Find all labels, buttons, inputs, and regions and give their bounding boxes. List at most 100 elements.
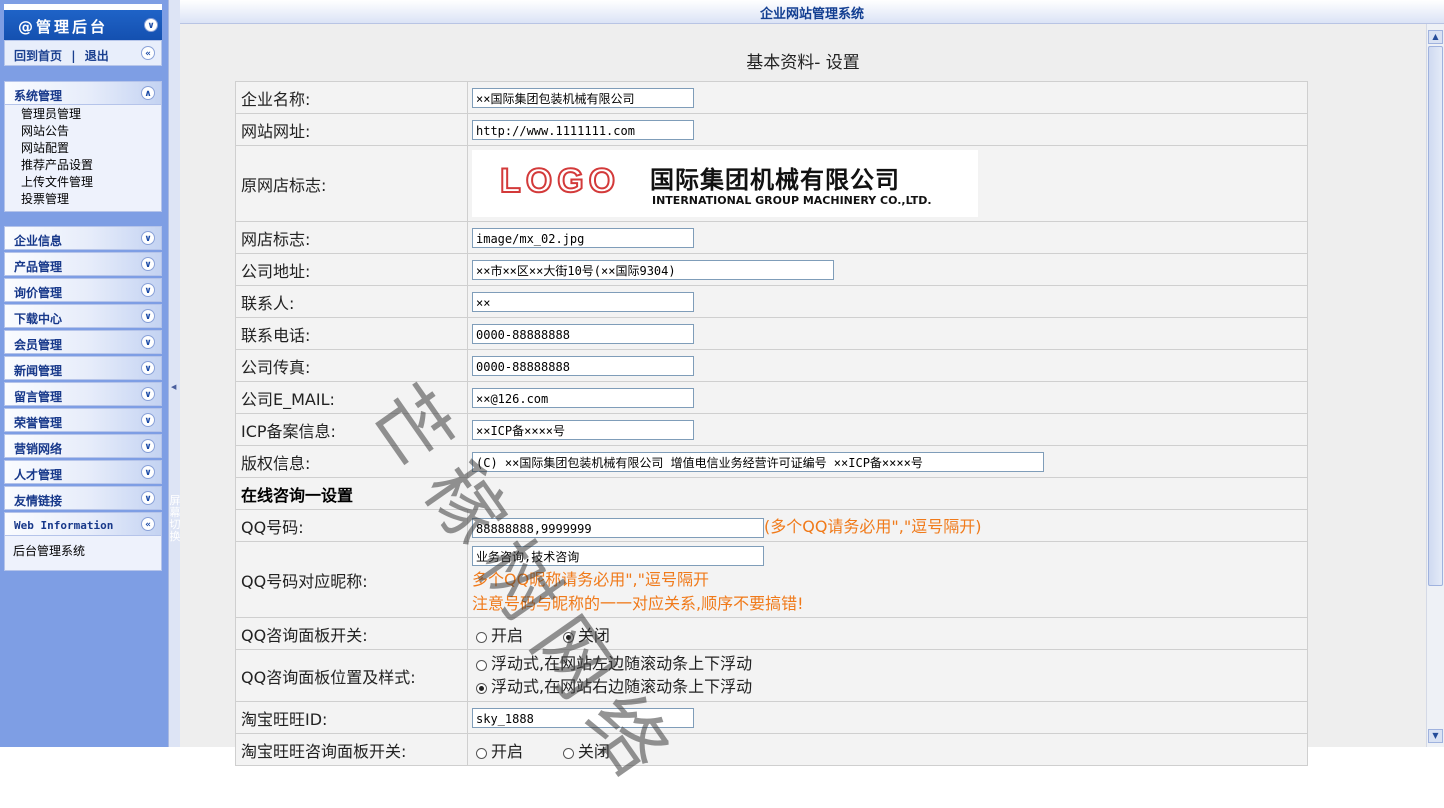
copyright-input[interactable]: (C) ××国际集团包装机械有限公司 增值电信业务经营许可证编号 ××ICP备×… <box>472 451 1044 472</box>
sidebar-group-web-info[interactable]: Web Information « <box>4 512 162 536</box>
screen-switch-bar[interactable]: ◀ 屏幕切换 <box>168 0 181 747</box>
scroll-thumb[interactable] <box>1428 46 1443 586</box>
sidebar-item-recommend[interactable]: 推荐产品设置 <box>5 157 161 174</box>
vertical-scrollbar[interactable]: ▲ ▼ <box>1426 24 1444 747</box>
sidebar-group-messages[interactable]: 留言管理 ∨ <box>4 382 162 406</box>
sidebar-group-system[interactable]: 系统管理 ∧ <box>4 81 162 105</box>
sidebar-group-news[interactable]: 新闻管理 ∨ <box>4 356 162 380</box>
home-link[interactable]: 回到首页 <box>14 49 62 63</box>
sidebar-group-label: 营销网络 <box>14 442 63 456</box>
triangle-left-icon[interactable]: ◀ <box>171 383 176 391</box>
field-label: 原网店标志: <box>235 145 468 222</box>
qq-nick-hint-1: 多个QQ昵称请务必用","逗号隔开 <box>472 569 709 589</box>
chevrons-down-icon[interactable]: ∨ <box>141 439 155 453</box>
chevrons-down-icon[interactable]: ∨ <box>141 413 155 427</box>
field-label: 企业名称: <box>235 81 468 114</box>
company-name-input[interactable]: ××国际集团包装机械有限公司 <box>472 87 694 108</box>
field-label: 淘宝旺旺ID: <box>235 701 468 734</box>
field-label: 版权信息: <box>235 445 468 478</box>
sidebar-group-label: 会员管理 <box>14 338 63 352</box>
form-row-email: 公司E_MAIL: ××@126.com <box>235 381 1308 414</box>
sidebar-item-vote[interactable]: 投票管理 <box>5 191 161 208</box>
qq-switch-off-radio[interactable] <box>562 631 574 643</box>
wangwang-switch-off-radio[interactable] <box>562 747 574 759</box>
qq-input[interactable]: 88888888,9999999 <box>472 518 764 539</box>
phone-input[interactable]: 0000-88888888 <box>472 323 694 344</box>
admin-header: @管理后台 ∨ <box>4 4 162 40</box>
email-input[interactable]: ××@126.com <box>472 387 694 408</box>
web-info-body: 后台管理系统 <box>4 536 162 571</box>
scroll-up-icon[interactable]: ▲ <box>1428 30 1443 44</box>
qq-nick-input[interactable]: 业务咨询,技术咨询 <box>472 545 764 566</box>
qq-switch-off-label: 关闭 <box>577 625 610 645</box>
chevrons-down-icon[interactable]: ∨ <box>141 465 155 479</box>
collapse-icon[interactable]: ∨ <box>144 18 158 32</box>
chevrons-down-icon[interactable]: ∨ <box>141 387 155 401</box>
chevrons-up-icon[interactable]: ∧ <box>141 86 155 100</box>
qq-position-left-radio[interactable] <box>476 659 487 671</box>
sidebar-group-honors[interactable]: 荣誉管理 ∨ <box>4 408 162 432</box>
sidebar-group-members[interactable]: 会员管理 ∨ <box>4 330 162 354</box>
logo-mark: LOGO <box>499 161 621 201</box>
sidebar-group-label: 下载中心 <box>14 312 63 326</box>
section-title: 在线咨询一设置 <box>235 477 1308 510</box>
qq-position-right-radio[interactable] <box>476 682 487 694</box>
sidebar-item-notice[interactable]: 网站公告 <box>5 123 161 140</box>
sidebar-group-label: 留言管理 <box>14 390 63 404</box>
sidebar-group-links[interactable]: 友情链接 ∨ <box>4 486 162 510</box>
wangwang-switch-on-radio[interactable] <box>476 747 487 759</box>
chevrons-down-icon[interactable]: ∨ <box>141 257 155 271</box>
form-row-icp: ICP备案信息: ××ICP备××××号 <box>235 413 1308 446</box>
form-row-phone: 联系电话: 0000-88888888 <box>235 317 1308 350</box>
logo-image: LOGO 国际集团机械有限公司 INTERNATIONAL GROUP MACH… <box>472 150 978 217</box>
link-separator: | <box>71 49 76 63</box>
chevrons-down-icon[interactable]: ∨ <box>141 335 155 349</box>
form-row-fax: 公司传真: 0000-88888888 <box>235 349 1308 382</box>
sidebar-group-label: 产品管理 <box>14 260 63 274</box>
logo-company-cn: 国际集团机械有限公司 <box>650 166 900 194</box>
site-url-input[interactable]: http://www.1111111.com <box>472 119 694 140</box>
admin-links: 回到首页 | 退出 « <box>4 40 162 66</box>
form-row-wangwang: 淘宝旺旺ID: sky_1888 <box>235 701 1308 734</box>
chevrons-down-icon[interactable]: ∨ <box>141 491 155 505</box>
app-title: 企业网站管理系统 <box>759 7 864 22</box>
shop-logo-input[interactable]: image/mx_02.jpg <box>472 227 694 248</box>
sidebar-group-talent[interactable]: 人才管理 ∨ <box>4 460 162 484</box>
wangwang-input[interactable]: sky_1888 <box>472 707 694 728</box>
sidebar-item-config[interactable]: 网站配置 <box>5 140 161 157</box>
logout-link[interactable]: 退出 <box>85 49 109 63</box>
form-row-wangwang-switch: 淘宝旺旺咨询面板开关: 开启 关闭 <box>235 733 1308 766</box>
chevrons-down-icon[interactable]: ∨ <box>141 283 155 297</box>
form-row-qq-position: QQ咨询面板位置及样式: 浮动式,在网站左边随滚动条上下浮动 浮动式,在网站右边… <box>235 649 1308 702</box>
field-label: 公司传真: <box>235 349 468 382</box>
sidebar-item-upload[interactable]: 上传文件管理 <box>5 174 161 191</box>
wangwang-switch-off-label: 关闭 <box>577 741 610 761</box>
qq-switch-on-radio[interactable] <box>476 631 487 643</box>
form-row-contact: 联系人: ×× <box>235 285 1308 318</box>
form-row-qq-switch: QQ咨询面板开关: 开启 关闭 <box>235 617 1308 650</box>
sidebar-group-network[interactable]: 营销网络 ∨ <box>4 434 162 458</box>
sidebar-group-download[interactable]: 下载中心 ∨ <box>4 304 162 328</box>
field-label: 公司E_MAIL: <box>235 381 468 414</box>
app-header: 企业网站管理系统 <box>180 0 1444 24</box>
icp-input[interactable]: ××ICP备××××号 <box>472 419 694 440</box>
fax-input[interactable]: 0000-88888888 <box>472 355 694 376</box>
address-input[interactable]: ××市××区××大街10号(××国际9304) <box>472 259 834 280</box>
field-label: QQ咨询面板开关: <box>235 617 468 650</box>
field-label: 网站网址: <box>235 113 468 146</box>
chevrons-down-icon[interactable]: ∨ <box>141 231 155 245</box>
scroll-down-icon[interactable]: ▼ <box>1428 729 1443 743</box>
chevrons-left-icon[interactable]: « <box>141 46 155 60</box>
form-row-orig-logo: 原网店标志: LOGO 国际集团机械有限公司 INTERNATIONAL GRO… <box>235 145 1308 222</box>
chevrons-left-icon[interactable]: « <box>141 517 155 531</box>
sidebar-group-inquiry[interactable]: 询价管理 ∨ <box>4 278 162 302</box>
web-info-text: 后台管理系统 <box>13 544 86 558</box>
chevrons-down-icon[interactable]: ∨ <box>141 309 155 323</box>
sidebar-group-products[interactable]: 产品管理 ∨ <box>4 252 162 276</box>
contact-input[interactable]: ×× <box>472 291 694 312</box>
sidebar-group-company[interactable]: 企业信息 ∨ <box>4 226 162 250</box>
sidebar-item-admin[interactable]: 管理员管理 <box>5 106 161 123</box>
form-row-qq: QQ号码: 88888888,9999999 (多个QQ请务必用","逗号隔开) <box>235 509 1308 542</box>
chevrons-down-icon[interactable]: ∨ <box>141 361 155 375</box>
field-label: QQ咨询面板位置及样式: <box>235 649 468 702</box>
